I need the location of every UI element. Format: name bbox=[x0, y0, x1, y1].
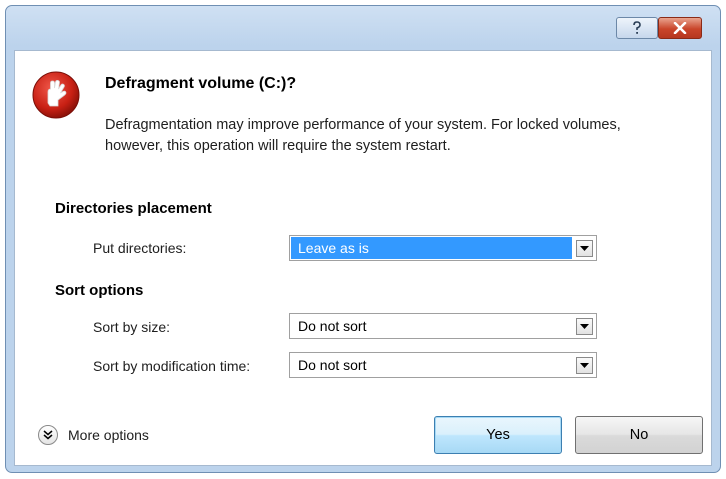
sort-by-modification-time-value: Do not sort bbox=[298, 357, 367, 373]
chevron-down-icon bbox=[580, 324, 589, 329]
sort-by-size-combobox[interactable]: Do not sort bbox=[289, 313, 597, 339]
yes-button[interactable]: Yes bbox=[434, 416, 562, 454]
question-icon bbox=[633, 21, 641, 34]
defrag-warning-icon bbox=[32, 71, 80, 119]
dropdown-arrow-button[interactable] bbox=[576, 357, 593, 374]
dialog-description: Defragmentation may improve performance … bbox=[105, 117, 621, 154]
directories-placement-heading: Directories placement bbox=[55, 200, 212, 217]
title-bar bbox=[6, 6, 720, 50]
put-directories-value: Leave as is bbox=[291, 237, 572, 259]
close-icon bbox=[673, 22, 687, 34]
put-directories-combobox[interactable]: Leave as is bbox=[289, 235, 597, 261]
dropdown-arrow-button[interactable] bbox=[576, 318, 593, 335]
chevron-down-icon bbox=[580, 363, 589, 368]
no-button[interactable]: No bbox=[575, 416, 703, 454]
more-options-label: More options bbox=[68, 427, 149, 443]
close-button[interactable] bbox=[658, 17, 702, 39]
sort-by-modification-time-label: Sort by modification time: bbox=[93, 358, 251, 374]
dropdown-arrow-button[interactable] bbox=[576, 240, 593, 257]
dialog-title: Defragment volume (C:)? bbox=[105, 75, 297, 92]
double-chevron-down-icon bbox=[38, 425, 58, 445]
chevron-down-icon bbox=[580, 246, 589, 251]
put-directories-label: Put directories: bbox=[93, 240, 187, 256]
sort-by-size-label: Sort by size: bbox=[93, 319, 171, 335]
more-options-toggle[interactable]: More options bbox=[38, 425, 149, 445]
sort-options-heading: Sort options bbox=[55, 282, 144, 299]
sort-by-modification-time-combobox[interactable]: Do not sort bbox=[289, 352, 597, 378]
help-button[interactable] bbox=[616, 17, 658, 39]
sort-by-size-value: Do not sort bbox=[298, 318, 367, 334]
